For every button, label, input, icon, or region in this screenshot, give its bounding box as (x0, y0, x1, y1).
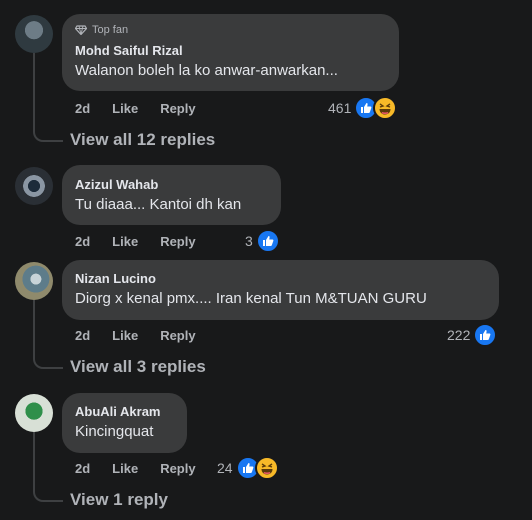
thread-connector (33, 300, 63, 369)
avatar[interactable] (15, 262, 53, 300)
comment-time[interactable]: 2d (75, 328, 90, 343)
comment-bubble: Azizul Wahab Tu diaaa... Kantoi dh kan (62, 165, 281, 225)
like-button[interactable]: Like (112, 101, 138, 116)
comment-author[interactable]: Mohd Saiful Rizal (75, 43, 183, 58)
comment-time[interactable]: 2d (75, 101, 90, 116)
comment-author[interactable]: AbuAli Akram (75, 404, 160, 419)
reply-button[interactable]: Reply (160, 234, 195, 249)
comment-time[interactable]: 2d (75, 461, 90, 476)
reaction-summary[interactable]: 222 (447, 323, 498, 347)
comment-actions: 2d Like Reply (75, 461, 218, 476)
view-replies-link[interactable]: View all 12 replies (70, 130, 215, 150)
reaction-count: 3 (245, 233, 253, 249)
diamond-icon (75, 25, 87, 35)
comment-author[interactable]: Azizul Wahab (75, 177, 158, 192)
thread-connector (33, 53, 63, 142)
reply-button[interactable]: Reply (160, 461, 195, 476)
reaction-summary[interactable]: 461 (328, 96, 398, 120)
haha-reaction-icon (254, 456, 279, 480)
view-replies-link[interactable]: View all 3 replies (70, 357, 206, 377)
reaction-count: 461 (328, 100, 352, 116)
comment-bubble: Nizan Lucino Diorg x kenal pmx.... Iran … (62, 260, 499, 320)
comment-bubble: AbuAli Akram Kincingquat (62, 393, 187, 453)
badge-label: Top fan (92, 24, 129, 36)
haha-reaction-icon (373, 96, 398, 120)
comment-text: Tu diaaa... Kantoi dh kan (75, 196, 242, 213)
avatar[interactable] (15, 15, 53, 53)
reaction-summary[interactable]: 3 (245, 229, 280, 253)
like-reaction-icon (473, 323, 498, 347)
comment-time[interactable]: 2d (75, 234, 90, 249)
top-fan-badge: Top fan (75, 24, 128, 36)
comments-thread: Top fan Mohd Saiful Rizal Walanon boleh … (0, 0, 532, 520)
reaction-summary[interactable]: 24 (217, 456, 279, 480)
like-reaction-icon (255, 229, 280, 253)
reaction-count: 24 (217, 460, 233, 476)
avatar[interactable] (15, 167, 53, 205)
comment-actions: 2d Like Reply (75, 234, 218, 249)
reply-button[interactable]: Reply (160, 101, 195, 116)
reply-button[interactable]: Reply (160, 328, 195, 343)
view-replies-link[interactable]: View 1 reply (70, 490, 168, 510)
comment-bubble: Top fan Mohd Saiful Rizal Walanon boleh … (62, 14, 399, 91)
comment-text: Diorg x kenal pmx.... Iran kenal Tun M&T… (75, 290, 427, 307)
reaction-count: 222 (447, 327, 471, 343)
comment-author[interactable]: Nizan Lucino (75, 271, 156, 286)
comment-actions: 2d Like Reply (75, 101, 218, 116)
avatar[interactable] (15, 394, 53, 432)
thread-connector (33, 432, 63, 502)
like-button[interactable]: Like (112, 328, 138, 343)
comment-actions: 2d Like Reply (75, 328, 218, 343)
like-button[interactable]: Like (112, 234, 138, 249)
comment-text: Kincingquat (75, 423, 154, 440)
comment-text: Walanon boleh la ko anwar-anwarkan... (75, 62, 338, 79)
like-button[interactable]: Like (112, 461, 138, 476)
